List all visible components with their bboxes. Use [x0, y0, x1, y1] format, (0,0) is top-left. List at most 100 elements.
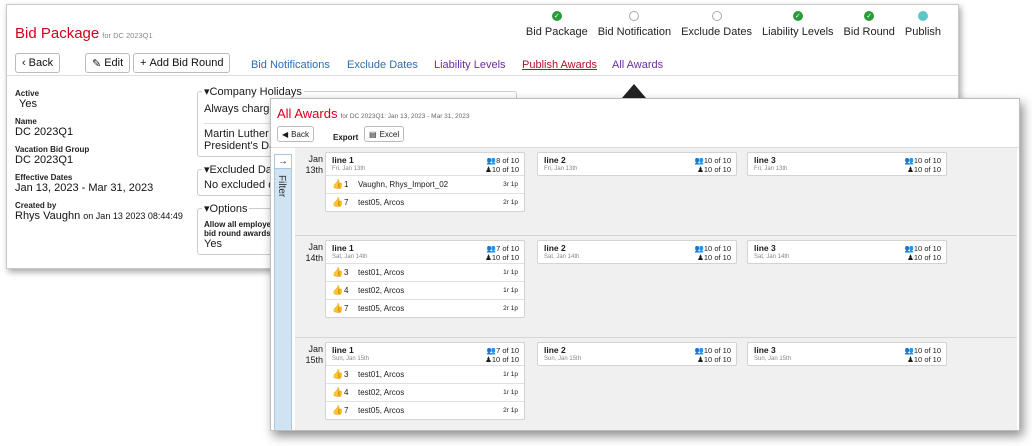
line-counts: 👥10 of 10 ♟10 of 10	[695, 346, 731, 364]
award-row[interactable]: 👍 4 test02, Arcos 1r 1p	[326, 281, 524, 299]
card-header: line 2 Fri, Jan 13th 👥10 of 10 ♟10 of 10	[538, 153, 736, 175]
step-bid-notification[interactable]: Bid Notification	[593, 11, 676, 38]
card-header: line 2 Sat, Jan 14th 👥10 of 10 ♟10 of 10	[538, 241, 736, 263]
award-number: 1	[344, 180, 349, 189]
person-icon: ♟	[907, 355, 914, 364]
group-count: 👥10 of 10	[904, 156, 941, 165]
line-card[interactable]: line 3 Fri, Jan 13th 👥10 of 10 ♟10 of 10	[747, 152, 947, 176]
person-count: ♟10 of 10	[697, 253, 731, 262]
thumbs-up-icon: 👍	[332, 405, 344, 415]
group-icon: 👥	[694, 346, 704, 355]
award-rank: 1r 1p	[503, 389, 518, 396]
award-number: 4	[344, 388, 349, 397]
thumbs-up-icon: 👍	[332, 197, 344, 207]
check-icon: ✓	[551, 11, 562, 21]
tab-liability-levels[interactable]: Liability Levels	[434, 59, 506, 71]
step-exclude-dates[interactable]: Exclude Dates	[676, 11, 757, 38]
card-header: line 3 Sun, Jan 15th 👥10 of 10 ♟10 of 10	[748, 343, 946, 365]
group-label: Vacation Bid Group	[15, 145, 90, 154]
created-on: on Jan 13 2023 08:44:49	[83, 211, 183, 221]
tab-exclude-dates[interactable]: Exclude Dates	[347, 59, 418, 71]
progress-steps: ✓ Bid Package Bid Notification Exclude Da…	[521, 11, 946, 38]
line-card[interactable]: line 1 Sat, Jan 14th 👥7 of 10 ♟10 of 10 👍 3 te…	[325, 240, 525, 318]
filter-label: Filter	[276, 175, 287, 198]
tab-all-awards[interactable]: All Awards	[612, 59, 663, 71]
tab-bid-notifications[interactable]: Bid Notifications	[251, 59, 330, 71]
person-icon: ♟	[697, 165, 704, 174]
award-number: 7	[344, 304, 349, 313]
line-counts: 👥10 of 10 ♟10 of 10	[905, 346, 941, 364]
chevron-left-icon: ◀	[282, 129, 289, 139]
legend-text: Excluded Dat	[209, 164, 275, 176]
award-name: test02, Arcos	[358, 388, 405, 397]
person-count: ♟10 of 10	[485, 165, 519, 174]
line-card[interactable]: line 2 Sun, Jan 15th 👥10 of 10 ♟10 of 10	[537, 342, 737, 366]
person-icon: ♟	[485, 253, 492, 262]
award-rank: 2r 1p	[503, 305, 518, 312]
card-header: line 3 Sat, Jan 14th 👥10 of 10 ♟10 of 10	[748, 241, 946, 263]
group-icon: 👥	[486, 156, 497, 165]
excluded-dates-legend[interactable]: ▾Excluded Dat	[202, 163, 277, 176]
award-name: test05, Arcos	[358, 304, 405, 313]
page-title: Bid Package for DC 2023Q1	[15, 25, 153, 42]
day-month: Jan	[308, 344, 323, 354]
award-rank: 1r 1p	[503, 371, 518, 378]
award-row[interactable]: 👍 4 test02, Arcos 1r 1p	[326, 383, 524, 401]
awards-grid: Jan 13th line 1 Fri, Jan 13th 👥8 of 10 ♟10 of…	[295, 148, 1017, 430]
tab-publish-awards[interactable]: Publish Awards	[522, 59, 597, 71]
company-holidays-legend[interactable]: ▾Company Holidays	[202, 85, 304, 98]
line-card[interactable]: line 3 Sat, Jan 14th 👥10 of 10 ♟10 of 10	[747, 240, 947, 264]
excel-button[interactable]: ▤ Excel	[364, 126, 405, 142]
callout-pointer	[622, 84, 646, 98]
award-name: test05, Arcos	[358, 406, 405, 415]
pencil-icon: ✎	[92, 57, 102, 70]
award-row[interactable]: 👍 1 Vaughn, Rhys_Import_02 3r 1p	[326, 175, 524, 193]
line-card[interactable]: line 2 Fri, Jan 13th 👥10 of 10 ♟10 of 10	[537, 152, 737, 176]
step-bid-round[interactable]: ✓ Bid Round	[839, 11, 900, 38]
add-bid-round-button[interactable]: + Add Bid Round	[133, 53, 231, 73]
step-liability-levels[interactable]: ✓ Liability Levels	[757, 11, 839, 38]
step-label: Publish	[904, 26, 941, 38]
line-counts: 👥10 of 10 ♟10 of 10	[695, 156, 731, 174]
group-count: 👥10 of 10	[694, 244, 731, 253]
award-rank: 2r 1p	[503, 407, 518, 414]
group-count: 👥7 of 10	[486, 244, 519, 253]
award-row[interactable]: 👍 7 test05, Arcos 2r 1p	[326, 299, 524, 317]
step-bid-package[interactable]: ✓ Bid Package	[521, 11, 593, 38]
thumbs-up-icon: 👍	[332, 267, 344, 277]
person-icon: ♟	[907, 165, 914, 174]
line-card[interactable]: line 3 Sun, Jan 15th 👥10 of 10 ♟10 of 10	[747, 342, 947, 366]
active-value: Yes	[19, 98, 37, 110]
line-card[interactable]: line 2 Sat, Jan 14th 👥10 of 10 ♟10 of 10	[537, 240, 737, 264]
award-row[interactable]: 👍 7 test05, Arcos 2r 1p	[326, 401, 524, 419]
back-button[interactable]: ‹ Back	[15, 53, 61, 73]
awards-title: All Awards for DC 2023Q1: Jan 13, 2023 - …	[277, 106, 469, 121]
award-number: 3	[344, 268, 349, 277]
award-row[interactable]: 👍 3 test01, Arcos 1r 1p	[326, 263, 524, 281]
filter-sidebar[interactable]: → Filter	[274, 154, 292, 430]
active-label: Active	[15, 89, 40, 98]
name-value: DC 2023Q1	[15, 126, 74, 138]
award-name: Vaughn, Rhys_Import_02	[358, 180, 449, 189]
person-count: ♟10 of 10	[907, 253, 941, 262]
award-row[interactable]: 👍 7 test05, Arcos 2r 1p	[326, 193, 524, 211]
step-publish[interactable]: Publish	[900, 11, 946, 38]
awards-back-button[interactable]: ◀ Back	[277, 126, 314, 142]
options-legend[interactable]: ▾Options	[202, 202, 250, 215]
award-row[interactable]: 👍 3 test01, Arcos 1r 1p	[326, 365, 524, 383]
line-counts: 👥8 of 10 ♟10 of 10	[485, 156, 519, 174]
edit-button[interactable]: ✎ Edit	[85, 53, 131, 73]
group-count: 👥8 of 10	[486, 156, 519, 165]
line-card[interactable]: line 1 Sun, Jan 15th 👥7 of 10 ♟10 of 10 👍 3 te…	[325, 342, 525, 420]
add-label: Add Bid Round	[149, 57, 224, 69]
current-circle-icon	[917, 11, 928, 21]
chevron-left-icon: ‹	[22, 57, 26, 69]
card-header: line 1 Sat, Jan 14th 👥7 of 10 ♟10 of 10	[326, 241, 524, 263]
step-label: Bid Notification	[597, 26, 672, 38]
dates-value: Jan 13, 2023 - Mar 31, 2023	[15, 182, 154, 194]
line-card[interactable]: line 1 Fri, Jan 13th 👥8 of 10 ♟10 of 10 👍 1 Va…	[325, 152, 525, 212]
awards-subtitle: for DC 2023Q1: Jan 13, 2023 - Mar 31, 20…	[340, 113, 470, 120]
legend-text: Options	[209, 203, 248, 215]
arrow-right-icon[interactable]: →	[275, 155, 291, 169]
day-label: Jan 14th	[299, 242, 323, 264]
